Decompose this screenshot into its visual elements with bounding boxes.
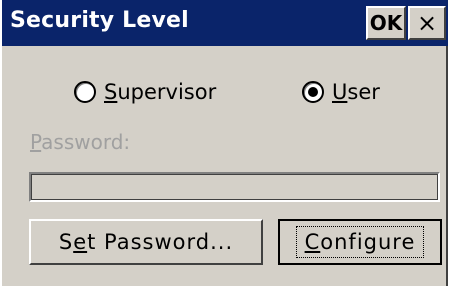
set-password-button[interactable]: Set Password... <box>29 219 263 265</box>
radio-user[interactable]: User <box>302 80 380 104</box>
radio-supervisor[interactable]: Supervisor <box>74 80 216 104</box>
ok-button[interactable]: OK <box>366 6 406 40</box>
radio-supervisor-label[interactable]: Supervisor <box>104 80 216 104</box>
radio-circle-unselected-icon[interactable] <box>74 81 96 103</box>
configure-focus-rect: Configure <box>295 226 425 258</box>
dialog-title: Security Level <box>10 8 189 33</box>
radio-circle-selected-icon[interactable] <box>302 81 324 103</box>
radio-user-label[interactable]: User <box>332 80 380 104</box>
title-bar: Security Level OK × <box>2 0 448 46</box>
password-label: Password: <box>30 130 131 154</box>
close-button[interactable]: × <box>408 6 446 40</box>
password-input[interactable] <box>29 172 440 202</box>
configure-button[interactable]: Configure <box>278 219 442 265</box>
security-level-dialog: Security Level OK × Supervisor User Pass… <box>0 0 448 286</box>
close-icon: × <box>416 9 438 37</box>
